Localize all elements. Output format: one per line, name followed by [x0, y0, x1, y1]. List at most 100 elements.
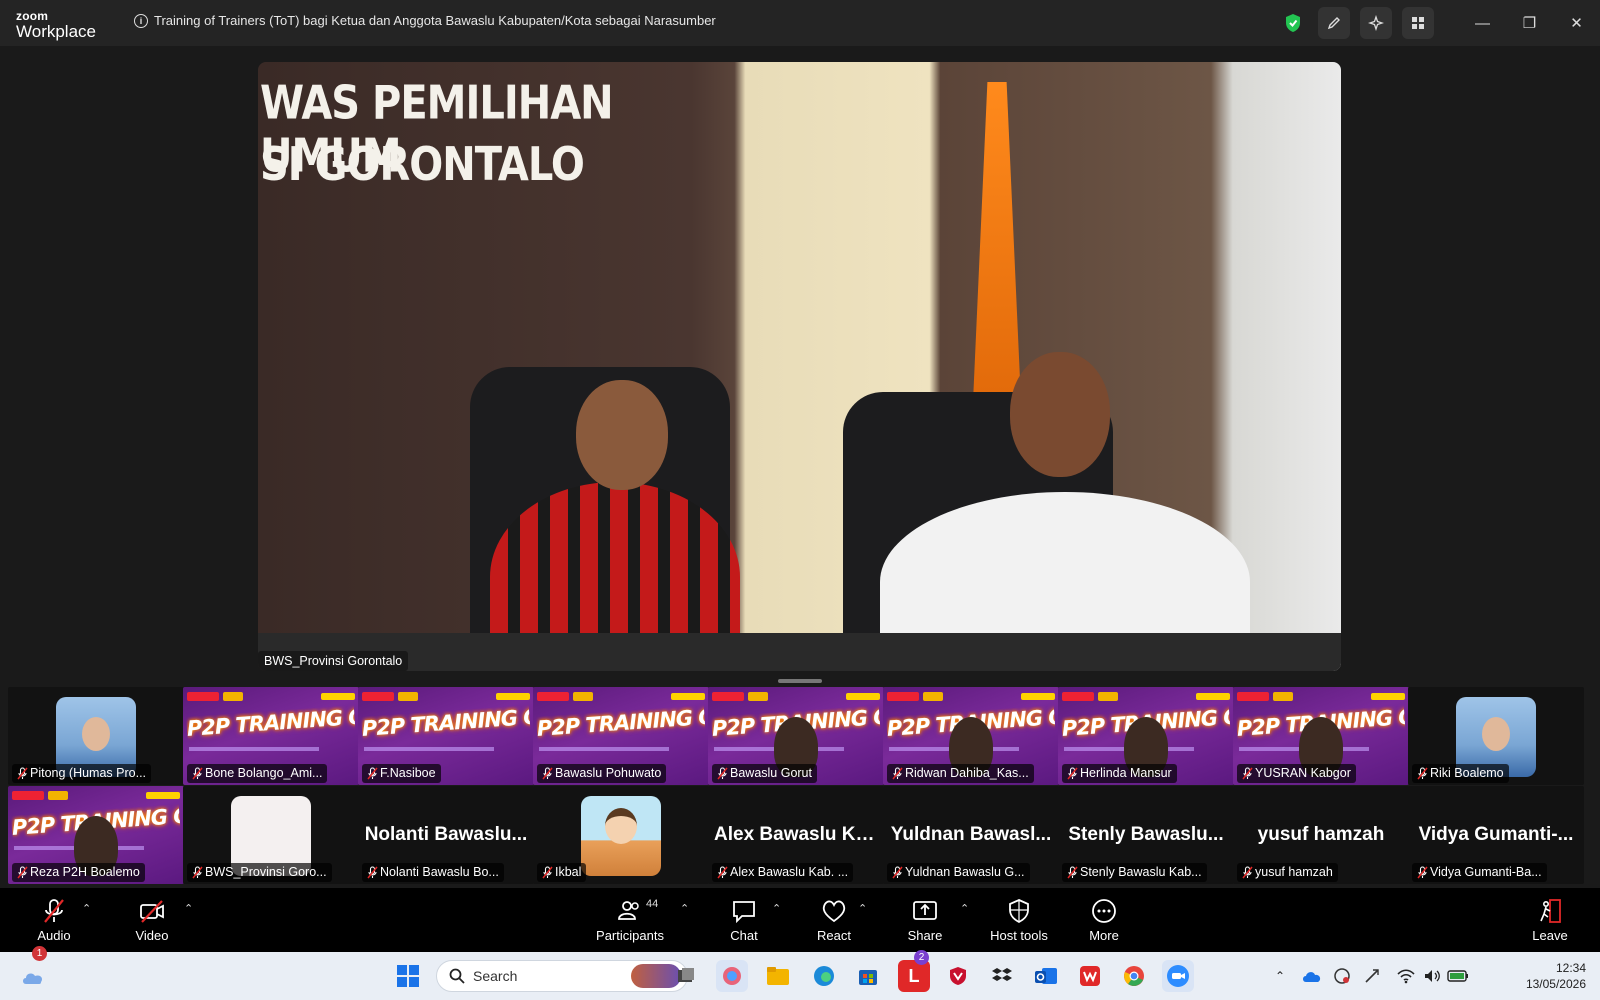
- participant-tile[interactable]: P2P TRAINING OF TRAINERRidwan Dahiba_Kas…: [883, 687, 1059, 785]
- event-logo: [573, 691, 593, 701]
- participant-tile[interactable]: Yuldnan Bawasl... Yuldnan Bawaslu G...: [883, 786, 1059, 884]
- minimize-icon[interactable]: —: [1459, 0, 1506, 46]
- location-pen-tray-icon[interactable]: [1356, 960, 1388, 992]
- promo-title: P2P TRAINING OF TRAINER: [361, 705, 531, 741]
- chat-button[interactable]: Chat: [722, 888, 766, 952]
- promo-header: [362, 690, 530, 702]
- audio-label: Audio: [37, 928, 71, 943]
- participant-tile[interactable]: P2P TRAINING OF TRAINERHerlinda Mansur: [1058, 687, 1234, 785]
- mcafee-shield-icon[interactable]: [942, 960, 974, 992]
- tray-overflow-chevron-icon[interactable]: ⌃: [1264, 960, 1296, 992]
- video-options-chevron-icon[interactable]: ⌃: [184, 902, 193, 915]
- participant-tile[interactable]: P2P TRAINING OF TRAINERYUSRAN Kabgor: [1233, 687, 1409, 785]
- share-options-chevron-icon[interactable]: ⌃: [960, 902, 969, 915]
- participant-name-label: Vidya Gumanti-Ba...: [1412, 863, 1547, 882]
- meeting-title-text: Training of Trainers (ToT) bagi Ketua da…: [154, 13, 716, 28]
- audio-options-chevron-icon[interactable]: ⌃: [82, 902, 91, 915]
- outlook-icon[interactable]: [1030, 960, 1062, 992]
- zoom-app-icon[interactable]: [1162, 960, 1194, 992]
- host-tools-button[interactable]: Host tools: [984, 888, 1054, 952]
- event-logo: [48, 790, 68, 800]
- video-label: Video: [135, 928, 169, 943]
- participant-name: Stenly Bawaslu Kab...: [1080, 865, 1202, 879]
- security-tray-icon[interactable]: [1326, 960, 1358, 992]
- task-view-icon[interactable]: [670, 960, 702, 992]
- muted-mic-icon: [892, 767, 903, 780]
- file-explorer-icon[interactable]: [762, 960, 794, 992]
- onedrive-cloud-icon[interactable]: [1296, 960, 1328, 992]
- taskbar-search-input[interactable]: Search: [436, 960, 688, 992]
- muted-mic-icon: [542, 866, 553, 879]
- desk: [258, 633, 1341, 671]
- host-tools-label: Host tools: [990, 928, 1048, 943]
- participants-options-chevron-icon[interactable]: ⌃: [680, 902, 689, 915]
- participant-tile[interactable]: Riki Boalemo: [1408, 687, 1584, 785]
- wps-office-icon[interactable]: [1074, 960, 1106, 992]
- more-button[interactable]: More: [1082, 888, 1126, 952]
- chat-label: Chat: [730, 928, 758, 943]
- promo-subtitle-strip: [539, 747, 669, 751]
- participant-name: Vidya Gumanti-Ba...: [1430, 865, 1542, 879]
- participant-tile[interactable]: Alex Bawaslu Ka... Alex Bawaslu Kab. ...: [708, 786, 884, 884]
- participant-name: BWS_Provinsi Goro...: [205, 865, 327, 879]
- share-label: Share: [907, 928, 943, 943]
- participant-name: YUSRAN Kabgor: [1255, 766, 1351, 780]
- close-icon[interactable]: ✕: [1553, 0, 1600, 46]
- muted-mic-icon: [17, 767, 28, 780]
- main-video[interactable]: WAS PEMILIHAN UMUM SI GORONTALO BWS_Prov…: [258, 62, 1341, 671]
- chrome-icon[interactable]: [1118, 960, 1150, 992]
- windows-start-icon[interactable]: [392, 960, 424, 992]
- participant-tile[interactable]: P2P TRAINING OF TRAINER Bone Bolango_Ami.…: [183, 687, 359, 785]
- bawaslu-logo: [887, 691, 919, 701]
- annotate-pen-icon[interactable]: [1318, 7, 1350, 39]
- participant-name-label: Pitong (Humas Pro...: [12, 764, 152, 783]
- participant-tile[interactable]: Pitong (Humas Pro...: [8, 687, 184, 785]
- participant-tile[interactable]: P2P TRAINING OF TRAINERReza P2H Boalemo: [8, 786, 184, 884]
- bawaslu-logo: [1237, 691, 1269, 701]
- microsoft-store-icon[interactable]: [852, 960, 884, 992]
- bawaslu-logo: [712, 691, 744, 701]
- participant-tile[interactable]: Stenly Bawaslu... Stenly Bawaslu Kab...: [1058, 786, 1234, 884]
- l-app-icon[interactable]: L: [898, 960, 930, 992]
- participant-tile[interactable]: Vidya Gumanti-... Vidya Gumanti-Ba...: [1408, 786, 1584, 884]
- bawaslu-logo: [12, 790, 44, 800]
- system-clock[interactable]: 12:34 13/05/2026: [1526, 960, 1586, 992]
- apps-grid-icon[interactable]: [1402, 7, 1434, 39]
- chat-options-chevron-icon[interactable]: ⌃: [772, 902, 781, 915]
- weather-widget-icon[interactable]: [18, 960, 50, 992]
- restore-icon[interactable]: ❐: [1506, 0, 1553, 46]
- participant-name-label: Riki Boalemo: [1412, 764, 1509, 783]
- audio-button[interactable]: Audio: [30, 888, 78, 952]
- react-button[interactable]: React: [810, 888, 858, 952]
- info-icon[interactable]: i: [134, 13, 148, 28]
- copilot-icon[interactable]: [716, 960, 748, 992]
- cartoon-avatar: [581, 796, 661, 876]
- share-button[interactable]: Share: [902, 888, 948, 952]
- participant-tile[interactable]: P2P TRAINING OF TRAINERBawaslu Gorut: [708, 687, 884, 785]
- dropbox-icon[interactable]: [986, 960, 1018, 992]
- battery-charging-icon[interactable]: [1442, 960, 1474, 992]
- participant-tile[interactable]: yusuf hamzah yusuf hamzah: [1233, 786, 1409, 884]
- leave-door-icon: [1540, 899, 1561, 923]
- edge-browser-icon[interactable]: [808, 960, 840, 992]
- participant-tile[interactable]: Ikbal: [533, 786, 709, 884]
- participant-tile[interactable]: P2P TRAINING OF TRAINER Bawaslu Pohuwato: [533, 687, 709, 785]
- event-logo: [1273, 691, 1293, 701]
- muted-mic-icon: [542, 767, 553, 780]
- participant-tile[interactable]: P2P TRAINING OF TRAINER F.Nasiboe: [358, 687, 534, 785]
- event-logo: [1098, 691, 1118, 701]
- event-logo: [223, 691, 243, 701]
- react-options-chevron-icon[interactable]: ⌃: [858, 902, 867, 915]
- meeting-toolbar: Audio ⌃ Video ⌃ Participants 44 ⌃ Chat ⌃…: [0, 888, 1600, 952]
- encryption-shield-icon[interactable]: [1272, 0, 1313, 46]
- video-button[interactable]: Video: [128, 888, 176, 952]
- participant-tile[interactable]: Nolanti Bawaslu... Nolanti Bawaslu Bo...: [358, 786, 534, 884]
- drag-handle[interactable]: [778, 679, 822, 683]
- event-logo: [748, 691, 768, 701]
- participant-name-label: Nolanti Bawaslu Bo...: [362, 863, 504, 882]
- participant-tile[interactable]: BWS_Provinsi Goro...: [183, 786, 359, 884]
- ai-companion-sparkle-icon[interactable]: [1360, 7, 1392, 39]
- leave-button[interactable]: Leave: [1528, 888, 1572, 952]
- promo-header: [12, 789, 180, 801]
- promo-date-tag: [146, 791, 180, 799]
